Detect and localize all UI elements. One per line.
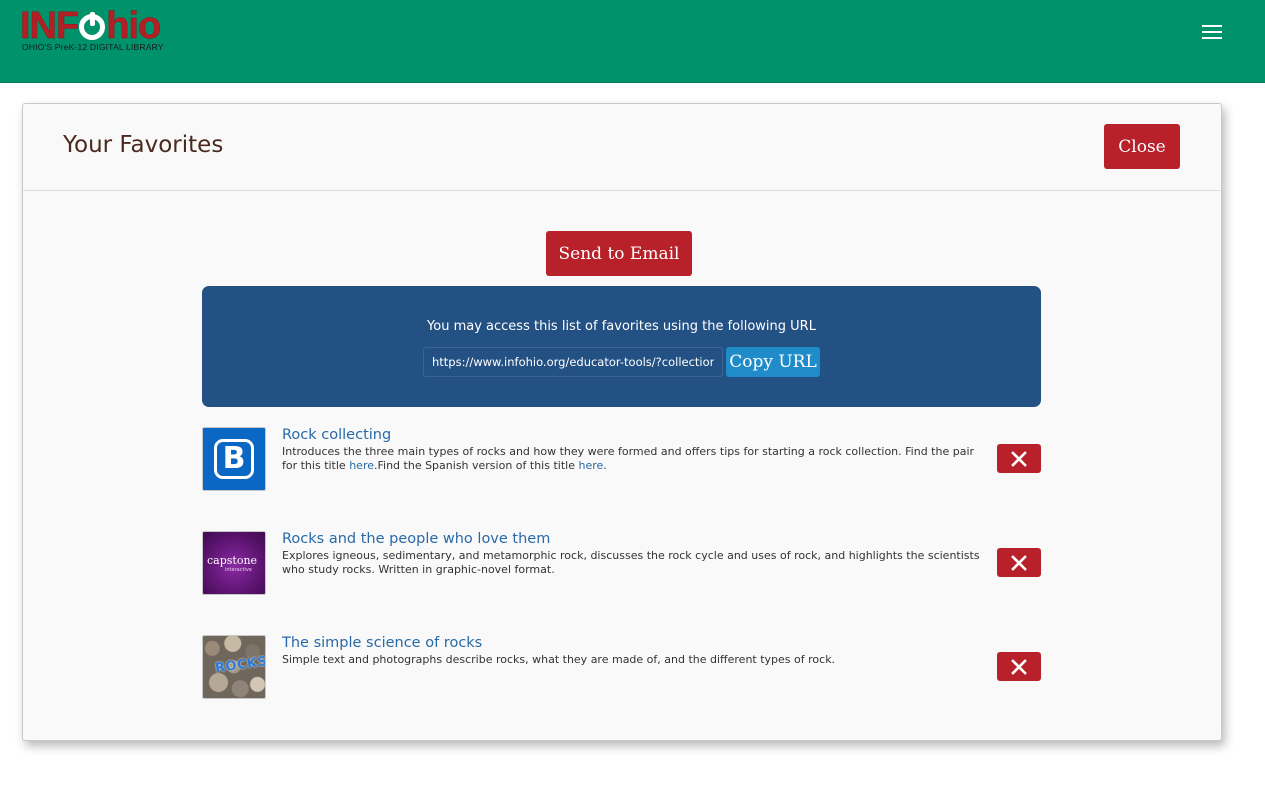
favorites-modal: Your Favorites Close Send to Email You m…: [22, 103, 1222, 741]
remove-favorite-button[interactable]: [997, 548, 1041, 577]
favorite-title-link[interactable]: Rock collecting: [282, 427, 391, 443]
top-navbar: INF hio OHIO'S PreK-12 DIGITAL LIBRARY: [0, 0, 1265, 83]
favorite-title-link[interactable]: The simple science of rocks: [282, 635, 482, 651]
close-x-icon: [1011, 658, 1027, 675]
favorite-item: B Rock collecting Introduces the three m…: [202, 427, 1042, 493]
favorite-item: ROCKS The simple science of rocks Simple…: [202, 635, 1042, 701]
close-button[interactable]: Close: [1104, 124, 1180, 169]
description-text: .: [603, 458, 607, 472]
hamburger-menu-icon[interactable]: [1200, 23, 1224, 43]
favorite-item: capstone interactive Rocks and the peopl…: [202, 531, 1042, 597]
close-x-icon: [1011, 554, 1027, 571]
logo-wordmark: INF hio: [20, 5, 162, 47]
remove-favorite-button[interactable]: [997, 444, 1041, 473]
item-thumbnail[interactable]: capstone interactive: [202, 531, 266, 595]
item-thumbnail[interactable]: ROCKS: [202, 635, 266, 699]
logo-text-left: INF: [20, 5, 80, 47]
spanish-version-link[interactable]: here: [578, 459, 603, 472]
logo-text-right: hio: [106, 5, 161, 47]
share-url-field[interactable]: [423, 347, 723, 377]
close-x-icon: [1011, 450, 1027, 467]
logo-tagline: OHIO'S PreK-12 DIGITAL LIBRARY: [22, 42, 164, 52]
favorite-title-link[interactable]: Rocks and the people who love them: [282, 531, 550, 547]
send-to-email-button[interactable]: Send to Email: [546, 231, 692, 276]
pair-title-link[interactable]: here: [349, 459, 374, 472]
description-text: .Find the Spanish version of this title: [374, 458, 579, 472]
power-o-icon: [79, 12, 106, 40]
b-logo-icon: B: [214, 439, 254, 479]
favorite-description: Simple text and photographs describe roc…: [282, 653, 836, 666]
share-url-instructions: You may access this list of favorites us…: [427, 319, 816, 334]
modal-title: Your Favorites: [63, 132, 224, 158]
copy-url-button[interactable]: Copy URL: [726, 347, 820, 377]
share-url-panel: You may access this list of favorites us…: [202, 286, 1041, 407]
infohio-logo[interactable]: INF hio OHIO'S PreK-12 DIGITAL LIBRARY: [20, 6, 180, 54]
modal-header: Your Favorites Close: [23, 104, 1221, 191]
capstone-logo-text: capstone: [207, 554, 258, 567]
favorite-description: Explores igneous, sedimentary, and metam…: [282, 549, 980, 576]
item-thumbnail[interactable]: B: [202, 427, 266, 491]
remove-favorite-button[interactable]: [997, 652, 1041, 681]
favorite-description: Introduces the three main types of rocks…: [282, 445, 980, 472]
book-cover-title: ROCKS: [214, 654, 266, 677]
capstone-logo-subtext: interactive: [225, 567, 252, 573]
